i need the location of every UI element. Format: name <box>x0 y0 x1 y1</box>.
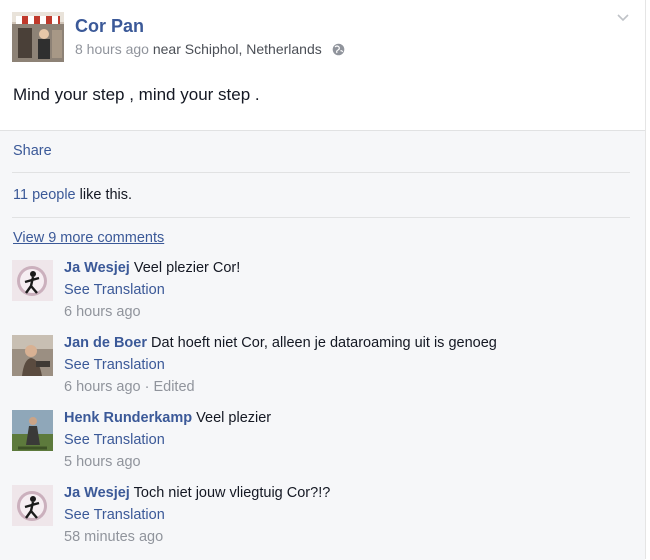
commenter-name[interactable]: Ja Wesjej <box>64 260 130 276</box>
divider <box>12 172 630 173</box>
post-location[interactable]: Schiphol, Netherlands <box>185 41 322 57</box>
comment-body: Toch niet jouw vliegtuig Cor?!? <box>133 485 331 501</box>
likes-summary: 11 people like this. <box>13 187 132 203</box>
post-meta: 8 hours ago near Schiphol, Netherlands <box>75 41 345 57</box>
comment-body: Veel plezier <box>196 410 272 426</box>
comment-item: Ja Wesjej Toch niet jouw vliegtuig Cor?!… <box>12 485 632 555</box>
comment-text-line: Jan de Boer Dat hoeft niet Cor, alleen j… <box>64 335 497 351</box>
comment-text-line: Ja Wesjej Veel plezier Cor! <box>64 260 240 276</box>
post-footer: Share 11 people like this. View 9 more c… <box>0 130 645 560</box>
comment-body: Dat hoeft niet Cor, alleen je dataroamin… <box>151 335 497 351</box>
comment-item: Ja Wesjej Veel plezier Cor! See Translat… <box>12 260 632 330</box>
commenter-avatar[interactable] <box>12 260 53 301</box>
divider <box>12 217 630 218</box>
commenter-name[interactable]: Henk Runderkamp <box>64 410 192 426</box>
see-translation-link[interactable]: See Translation <box>64 432 165 448</box>
comment-time[interactable]: 6 hours ago · Edited <box>64 379 195 395</box>
post-status-text: Mind your step , mind your step . <box>13 85 260 104</box>
share-link[interactable]: Share <box>13 143 52 159</box>
comment-time[interactable]: 58 minutes ago <box>64 529 163 545</box>
commenter-avatar[interactable] <box>12 485 53 526</box>
commenter-name[interactable]: Jan de Boer <box>64 335 147 351</box>
likes-count-link[interactable]: 11 people <box>13 187 76 203</box>
view-more-comments-link[interactable]: View 9 more comments <box>13 230 164 246</box>
comment-time[interactable]: 5 hours ago <box>64 454 141 470</box>
near-label: near <box>152 41 181 57</box>
commenter-name[interactable]: Ja Wesjej <box>64 485 130 501</box>
see-translation-link[interactable]: See Translation <box>64 357 165 373</box>
author-name[interactable]: Cor Pan <box>75 16 144 37</box>
comment-item: Henk Runderkamp Veel plezier See Transla… <box>12 410 632 480</box>
post-card: Cor Pan 8 hours ago near Schiphol, Nethe… <box>0 0 646 560</box>
comment-text-line: Ja Wesjej Toch niet jouw vliegtuig Cor?!… <box>64 485 330 501</box>
comment-item: Jan de Boer Dat hoeft niet Cor, alleen j… <box>12 335 632 405</box>
chevron-down-icon[interactable] <box>615 10 631 26</box>
comment-time[interactable]: 6 hours ago <box>64 304 141 320</box>
comment-text-line: Henk Runderkamp Veel plezier <box>64 410 271 426</box>
see-translation-link[interactable]: See Translation <box>64 282 165 298</box>
post-time[interactable]: 8 hours ago <box>75 41 149 57</box>
likes-suffix: like this. <box>79 187 133 203</box>
author-avatar[interactable] <box>12 12 64 62</box>
commenter-avatar[interactable] <box>12 410 53 451</box>
commenter-avatar[interactable] <box>12 335 53 376</box>
see-translation-link[interactable]: See Translation <box>64 507 165 523</box>
comment-body: Veel plezier Cor! <box>133 260 241 276</box>
globe-icon[interactable] <box>332 43 345 56</box>
